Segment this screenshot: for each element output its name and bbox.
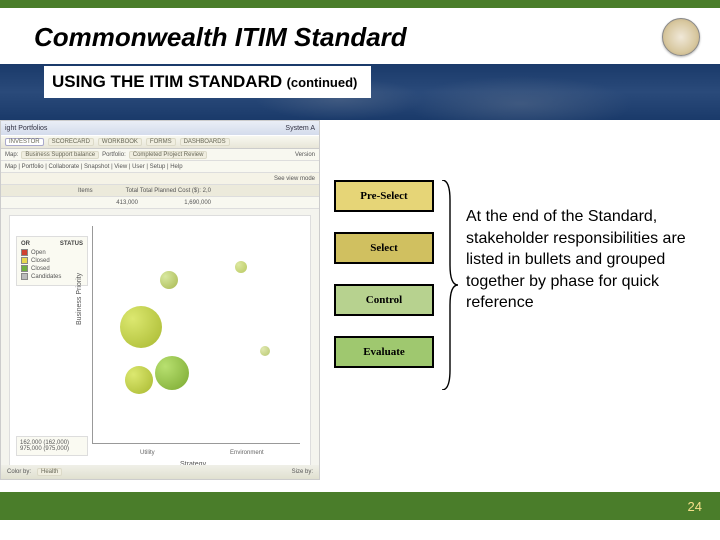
app-viewmode-row: See view mode [1, 173, 319, 185]
tab-dashboards: DASHBOARDS [180, 138, 230, 146]
slide-title: Commonwealth ITIM Standard [34, 22, 407, 53]
subtitle-main: USING THE ITIM STANDARD [52, 72, 282, 91]
app-data-row: 413,000 1,690,000 [1, 197, 319, 209]
tab-investor: INVESTOR [5, 138, 44, 146]
description-text: At the end of the Standard, stakeholder … [466, 206, 696, 314]
portfolio-label: Portfolio: [102, 152, 126, 158]
content-area: ight Portfolios System A INVESTOR SCOREC… [0, 120, 720, 520]
phase-stack: Pre-Select Select Control Evaluate [334, 180, 434, 368]
view-mode: See view mode [274, 176, 315, 182]
app-menu-row: Map | Portfolio | Collaborate | Snapshot… [1, 161, 319, 173]
sizeby-label: Size by: [292, 469, 313, 475]
bottom-accent-bar: 24 [0, 492, 720, 520]
subtitle-continued: (continued) [287, 75, 358, 90]
title-area: Commonwealth ITIM Standard [0, 8, 720, 64]
bubble-icon [260, 346, 270, 356]
version-label: Version [295, 152, 315, 158]
val-b: 1,690,000 [141, 200, 211, 206]
bubble-icon [235, 261, 247, 273]
bubble-icon [155, 356, 189, 390]
x-label-1: Utility [140, 450, 155, 456]
app-selector-row: Map: Business Support balance Portfolio:… [1, 149, 319, 161]
col-total: Total Total Planned Cost ($): 2,0 [126, 188, 211, 194]
legend-row: Closed [21, 257, 83, 264]
virginia-seal-icon [662, 18, 700, 56]
bubble-icon [160, 271, 178, 289]
app-footer: Color by: Health Size by: [1, 465, 319, 479]
app-titlebar: ight Portfolios System A [1, 121, 319, 135]
app-menu: Map | Portfolio | Collaborate | Snapshot… [5, 164, 183, 170]
legend-row: Open [21, 249, 83, 256]
phase-preselect: Pre-Select [334, 180, 434, 212]
app-tabs: INVESTOR SCORECARD WORKBOOK FORMS DASHBO… [1, 135, 319, 149]
legend-row: Candidates [21, 273, 83, 280]
tab-forms: FORMS [146, 138, 176, 146]
map-dropdown: Business Support balance [21, 151, 99, 159]
x-label-2: Environment [230, 450, 264, 456]
top-accent-bar [0, 0, 720, 8]
portfolio-dropdown: Completed Project Review [129, 151, 208, 159]
phase-evaluate: Evaluate [334, 336, 434, 368]
phase-select: Select [334, 232, 434, 264]
app-title-left: ight Portfolios [5, 125, 47, 132]
app-col-row: Items Total Total Planned Cost ($): 2,0 [1, 185, 319, 197]
phase-control: Control [334, 284, 434, 316]
colorby-value: Health [37, 468, 62, 476]
value-box: 162,000 (162,000) 975,000 (975,000) [16, 436, 88, 456]
bubble-chart: ORSTATUS Open Closed Closed Candidates 1… [9, 215, 311, 475]
colorby-label: Color by: [7, 469, 31, 475]
subtitle: USING THE ITIM STANDARD (continued) [44, 66, 371, 98]
bubble-icon [120, 306, 162, 348]
col-items: Items [78, 188, 93, 194]
tab-workbook: WORKBOOK [98, 138, 142, 146]
val-a: 413,000 [78, 200, 138, 206]
y-axis-label: Business Priority [76, 273, 83, 325]
embedded-app-screenshot: ight Portfolios System A INVESTOR SCOREC… [0, 120, 320, 480]
header-band: USING THE ITIM STANDARD (continued) [0, 64, 720, 120]
tab-scorecard: SCORECARD [48, 138, 94, 146]
bubble-icon [125, 366, 153, 394]
app-title-right: System A [285, 125, 315, 132]
map-label: Map: [5, 152, 18, 158]
page-number: 24 [688, 499, 702, 514]
legend-row: Closed [21, 265, 83, 272]
brace-icon [440, 180, 458, 390]
